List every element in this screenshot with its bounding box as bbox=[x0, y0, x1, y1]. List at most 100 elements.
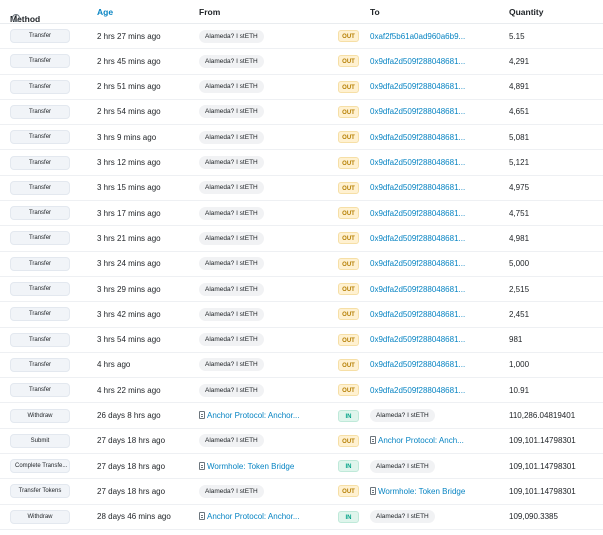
to-address-link[interactable]: 0x9dfa2d509f288048681... bbox=[370, 285, 465, 294]
column-header-age[interactable]: Age bbox=[97, 7, 113, 17]
from-address-tag[interactable]: Alameda? I stETH bbox=[199, 434, 264, 448]
method-badge[interactable]: Transfer bbox=[10, 383, 70, 398]
method-badge[interactable]: Transfer Tokens bbox=[10, 484, 70, 499]
direction-cell: OUT bbox=[338, 100, 359, 124]
direction-badge: OUT bbox=[338, 207, 359, 220]
to-address-link[interactable]: 0x9dfa2d509f288048681... bbox=[370, 107, 465, 116]
method-badge[interactable]: Transfer bbox=[10, 357, 70, 372]
direction-cell: OUT bbox=[338, 226, 359, 250]
from-address-tag[interactable]: Alameda? I stETH bbox=[199, 80, 264, 94]
quantity-cell: 5,121 bbox=[509, 158, 530, 167]
method-cell: Submit bbox=[10, 429, 70, 453]
direction-badge: OUT bbox=[338, 308, 359, 321]
to-cell: 0x9dfa2d509f288048681... bbox=[370, 75, 465, 99]
from-cell: Alameda? I stETH bbox=[199, 49, 264, 73]
from-cell: Alameda? I stETH bbox=[199, 75, 264, 99]
table-row: Transfer 3 hrs 17 mins ago Alameda? I stET… bbox=[0, 201, 603, 227]
age-cell: 3 hrs 9 mins ago bbox=[97, 132, 157, 142]
direction-badge: OUT bbox=[338, 384, 359, 397]
from-cell: Alameda? I stETH bbox=[199, 100, 264, 124]
from-address-tag[interactable]: Alameda? I stETH bbox=[199, 333, 264, 347]
method-badge[interactable]: Transfer bbox=[10, 130, 70, 145]
to-address-link[interactable]: 0x9dfa2d509f288048681... bbox=[370, 335, 465, 344]
from-address-tag[interactable]: Alameda? I stETH bbox=[199, 231, 264, 245]
method-badge[interactable]: Withdraw bbox=[10, 509, 70, 524]
to-cell: 0x9dfa2d509f288048681... bbox=[370, 100, 465, 124]
contract-file-icon bbox=[199, 512, 205, 521]
method-badge[interactable]: Transfer bbox=[10, 180, 70, 195]
to-address-link[interactable]: 0x9dfa2d509f288048681... bbox=[370, 183, 465, 192]
method-badge[interactable]: Transfer bbox=[10, 256, 70, 271]
to-address-link[interactable]: 0x9dfa2d509f288048681... bbox=[370, 209, 465, 218]
to-cell: 0x9dfa2d509f288048681... bbox=[370, 49, 465, 73]
to-address-text: 0x9dfa2d509f288048681... bbox=[370, 107, 466, 117]
method-badge[interactable]: Transfer bbox=[10, 206, 70, 221]
to-address-link[interactable]: 0x9dfa2d509f288048681... bbox=[370, 57, 465, 66]
to-address-text: Wormhole: Token Bridge bbox=[378, 486, 466, 496]
to-address-link[interactable]: 0x9dfa2d509f288048681... bbox=[370, 360, 465, 369]
from-address-tag[interactable]: Alameda? I stETH bbox=[199, 484, 264, 498]
quantity-cell: 4,291 bbox=[509, 56, 530, 66]
to-cell: 0x9dfa2d509f288048681... bbox=[370, 378, 465, 402]
method-badge[interactable]: Submit bbox=[10, 433, 70, 448]
method-badge[interactable]: Transfer bbox=[10, 282, 70, 296]
age-cell: 26 days 8 hrs ago bbox=[97, 411, 161, 420]
from-address-tag[interactable]: Alameda? I stETH bbox=[199, 29, 264, 43]
to-cell: 0x9dfa2d509f288048681... bbox=[370, 252, 465, 276]
method-badge[interactable]: Complete Transfe... bbox=[10, 459, 70, 474]
from-address-tag[interactable]: Alameda? I stETH bbox=[199, 54, 264, 68]
to-address-link[interactable]: Wormhole: Token Bridge bbox=[370, 486, 466, 496]
to-address-link[interactable]: 0xaf2f5b61a0ad960a6b9... bbox=[370, 32, 465, 41]
method-badge[interactable]: Transfer bbox=[10, 231, 70, 246]
direction-badge: OUT bbox=[338, 80, 359, 93]
method-badge[interactable]: Transfer bbox=[10, 79, 70, 94]
method-cell: Transfer bbox=[10, 226, 70, 250]
to-address-link[interactable]: 0x9dfa2d509f288048681... bbox=[370, 310, 465, 319]
from-address-tag[interactable]: Alameda? I stETH bbox=[199, 206, 264, 220]
to-address-link[interactable]: 0x9dfa2d509f288048681... bbox=[370, 82, 465, 91]
from-address-tag[interactable]: Alameda? I stETH bbox=[199, 307, 264, 321]
from-address-link[interactable]: Anchor Protocol: Anchor... bbox=[199, 512, 300, 521]
method-cell: Transfer bbox=[10, 328, 70, 352]
to-address-link[interactable]: 0x9dfa2d509f288048681... bbox=[370, 234, 465, 243]
to-address-link[interactable]: Anchor Protocol: Anch... bbox=[370, 436, 464, 445]
method-cell: Transfer bbox=[10, 353, 70, 377]
method-badge[interactable]: Transfer bbox=[10, 155, 70, 170]
info-icon[interactable]: i bbox=[12, 14, 20, 22]
to-address-tag[interactable]: Alameda? I stETH bbox=[370, 459, 435, 473]
to-address-text: 0x9dfa2d509f288048681... bbox=[370, 158, 466, 167]
to-address-tag[interactable]: Alameda? I stETH bbox=[370, 510, 435, 524]
to-address-link[interactable]: 0x9dfa2d509f288048681... bbox=[370, 133, 465, 142]
to-address-link[interactable]: 0x9dfa2d509f288048681... bbox=[370, 158, 465, 167]
method-cell: Complete Transfe... bbox=[10, 454, 70, 478]
to-address-tag[interactable]: Alameda? I stETH bbox=[370, 409, 435, 422]
age-cell: 27 days 18 hrs ago bbox=[97, 436, 166, 446]
from-address-tag[interactable]: Alameda? I stETH bbox=[199, 257, 264, 271]
from-address-link[interactable]: Anchor Protocol: Anchor... bbox=[199, 411, 300, 420]
method-badge[interactable]: Transfer bbox=[10, 104, 70, 119]
method-badge[interactable]: Withdraw bbox=[10, 408, 70, 423]
from-address-link[interactable]: Wormhole: Token Bridge bbox=[199, 461, 294, 471]
from-address-tag[interactable]: Alameda? I stETH bbox=[199, 105, 264, 119]
to-address-link[interactable]: 0x9dfa2d509f288048681... bbox=[370, 259, 465, 268]
from-address-tag[interactable]: Alameda? I stETH bbox=[199, 130, 264, 144]
from-address-tag[interactable]: Alameda? I stETH bbox=[199, 383, 264, 397]
from-cell: Alameda? I stETH bbox=[199, 429, 264, 453]
quantity-cell: 110,286.04819401 bbox=[509, 411, 576, 420]
direction-badge: OUT bbox=[338, 358, 359, 371]
method-cell: Transfer bbox=[10, 151, 70, 175]
to-address-link[interactable]: 0x9dfa2d509f288048681... bbox=[370, 386, 465, 395]
quantity-cell: 109,101.14798301 bbox=[509, 461, 576, 471]
to-address-text: 0xaf2f5b61a0ad960a6b9... bbox=[370, 31, 466, 41]
method-badge[interactable]: Transfer bbox=[10, 54, 70, 69]
from-cell: Alameda? I stETH bbox=[199, 378, 264, 402]
from-address-tag[interactable]: Alameda? I stETH bbox=[199, 358, 264, 372]
from-address-tag[interactable]: Alameda? I stETH bbox=[199, 156, 264, 169]
quantity-cell: 4,981 bbox=[509, 233, 530, 243]
table-row: Complete Transfe... 27 days 18 hrs ago Wor… bbox=[0, 454, 603, 480]
method-badge[interactable]: Transfer bbox=[10, 29, 70, 43]
from-address-tag[interactable]: Alameda? I stETH bbox=[199, 181, 264, 195]
method-badge[interactable]: Transfer bbox=[10, 332, 70, 347]
from-address-tag[interactable]: Alameda? I stETH bbox=[199, 282, 264, 296]
method-badge[interactable]: Transfer bbox=[10, 307, 70, 322]
